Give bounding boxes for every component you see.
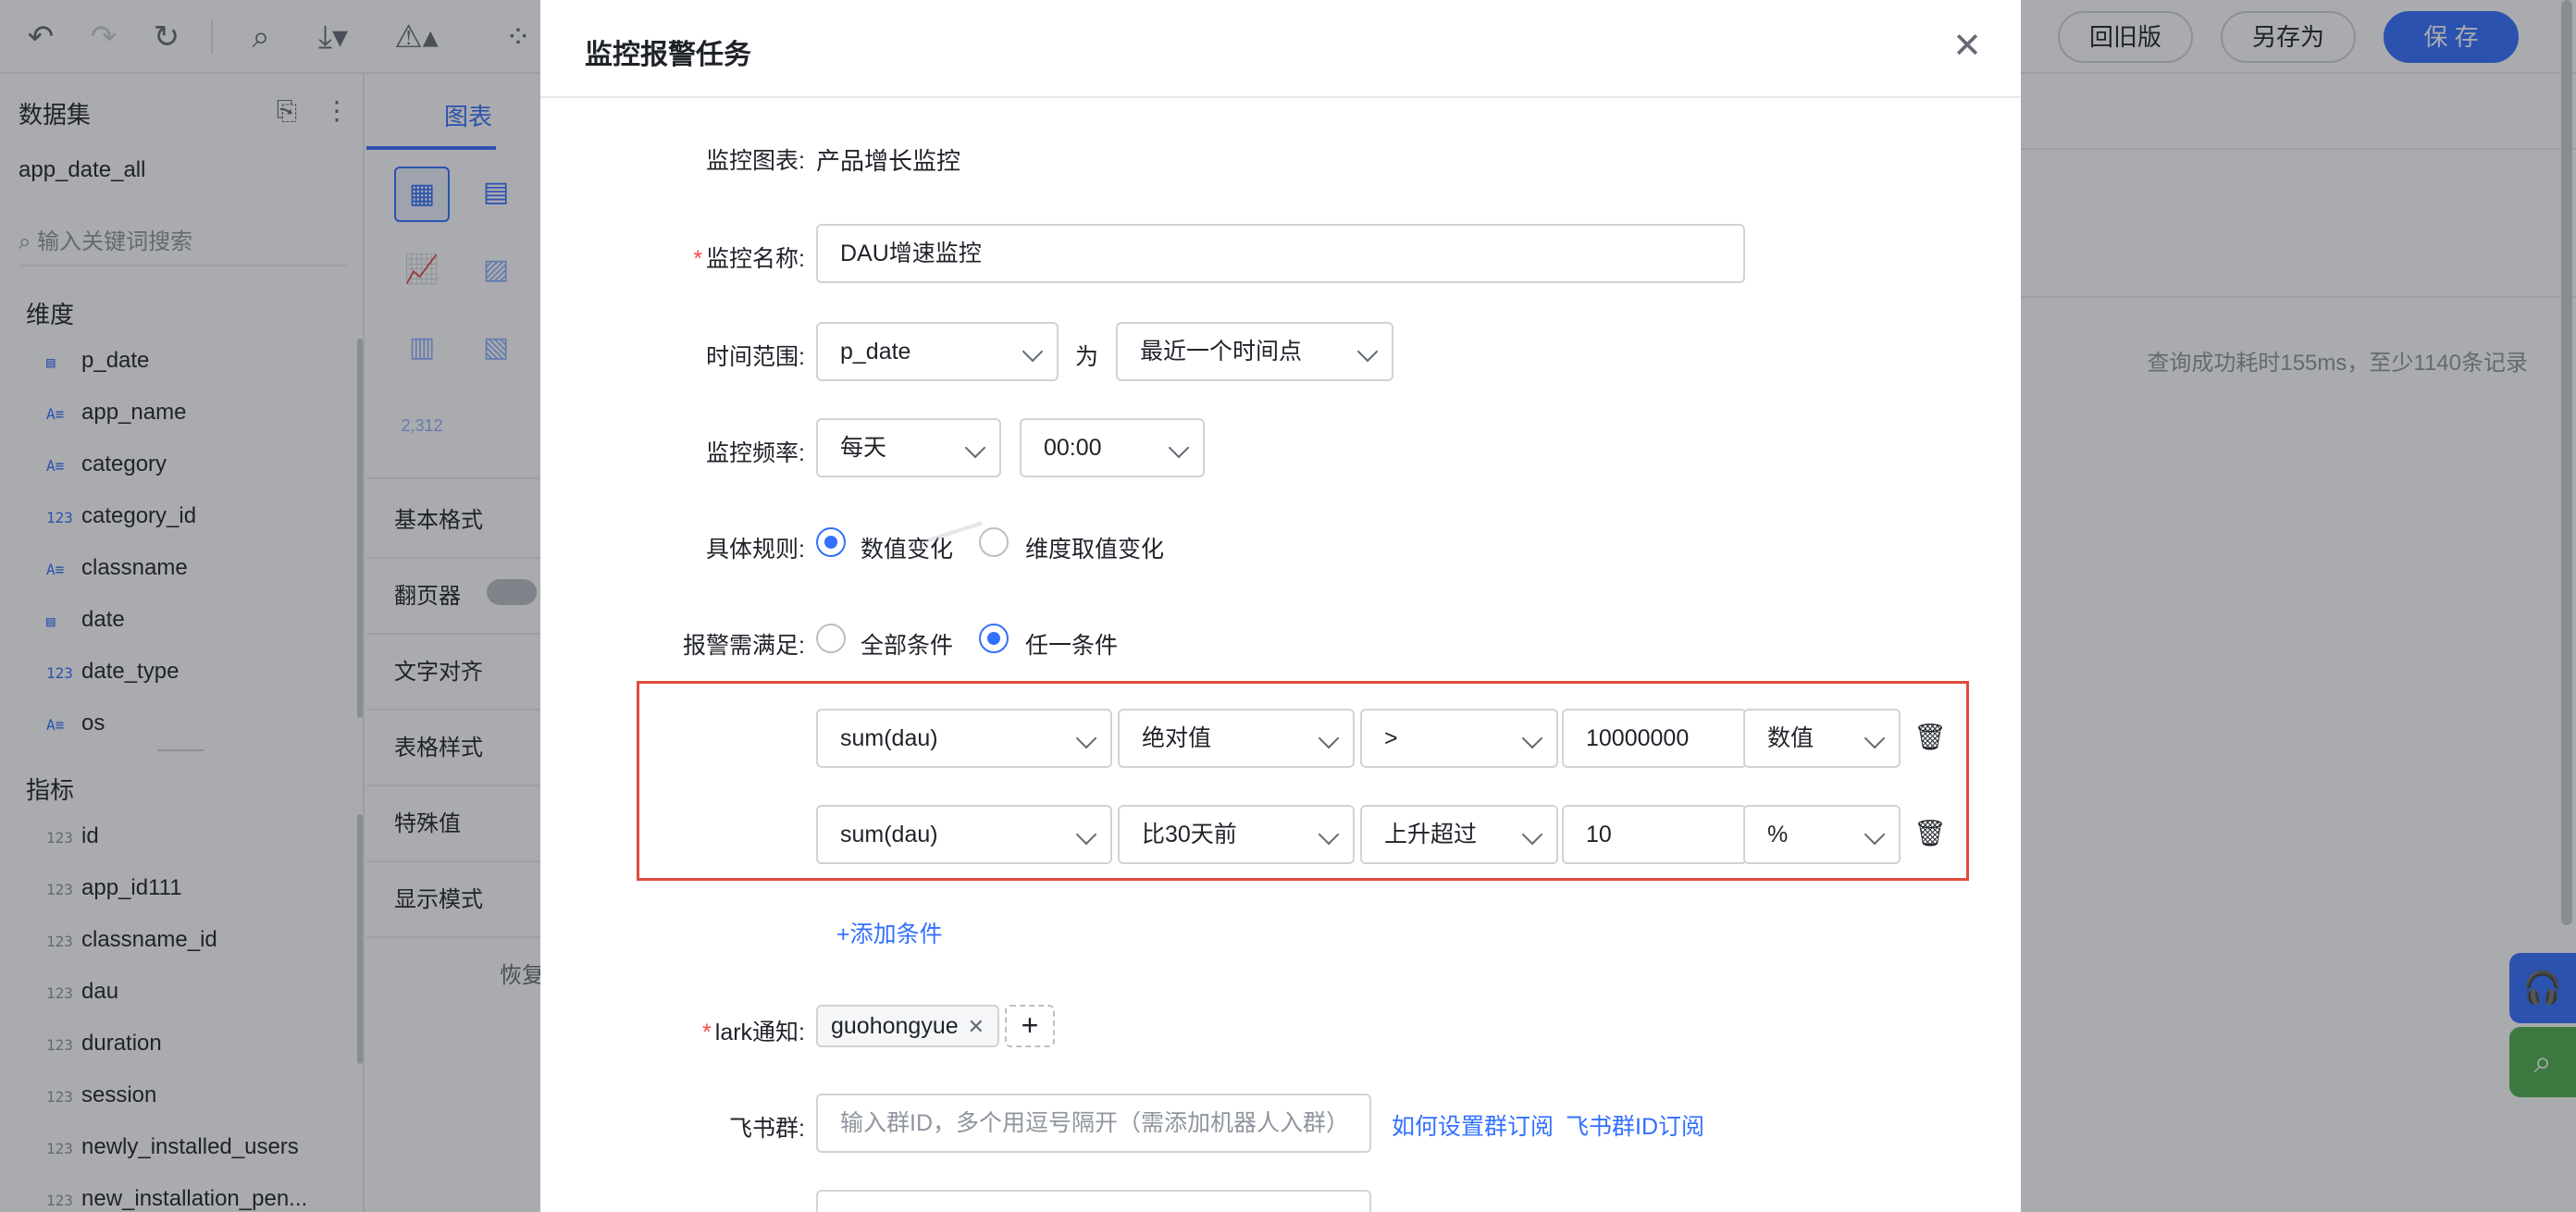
frequency-label: 监控频率: (706, 440, 805, 466)
next-field-input[interactable] (816, 1190, 1371, 1212)
operator-select-value: 上升超过 (1384, 822, 1478, 847)
chevron-down-icon (1521, 727, 1543, 749)
delete-condition-icon[interactable]: 🗑 (1913, 818, 1947, 849)
frequency-select[interactable]: 每天 (816, 418, 1001, 477)
monitor-chart-label: 监控图表: (706, 148, 805, 174)
compare-select[interactable]: 比30天前 (1118, 805, 1355, 864)
feishu-group-input[interactable]: 输入群ID，多个用逗号隔开（需添加机器人入群） (816, 1094, 1371, 1153)
remove-tag-icon[interactable]: ✕ (968, 1015, 985, 1038)
chevron-down-icon (1318, 823, 1340, 846)
chevron-down-icon (1318, 727, 1340, 749)
rule-value-change-radio[interactable] (816, 527, 846, 557)
metric-select-value: sum(dau) (840, 725, 938, 751)
frequency-value: 每天 (840, 435, 887, 461)
monitor-chart-value: 产品增长监控 (816, 147, 961, 175)
unit-select[interactable]: % (1743, 805, 1901, 864)
alarm-all-radio[interactable] (816, 624, 846, 653)
alarm-any-label[interactable]: 任一条件 (1025, 627, 1118, 661)
threshold-input-value: 10000000 (1586, 725, 1690, 751)
rule-dimension-change-label[interactable]: 维度取值变化 (1025, 531, 1164, 564)
operator-select-value: > (1384, 725, 1398, 751)
alarm-all-label[interactable]: 全部条件 (861, 627, 953, 661)
feishu-how-to-link[interactable]: 如何设置群订阅 (1392, 1108, 1554, 1142)
time-field-select[interactable]: p_date (816, 322, 1059, 381)
monitor-name-label: * 监控名称: (540, 241, 805, 274)
chevron-down-icon (1864, 727, 1886, 749)
chevron-down-icon (1022, 340, 1044, 363)
time-is-text: 为 (1075, 344, 1099, 370)
operator-select[interactable]: 上升超过 (1360, 805, 1558, 864)
add-condition-button[interactable]: +添加条件 (836, 916, 943, 949)
frequency-time-value: 00:00 (1044, 435, 1102, 461)
metric-select[interactable]: sum(dau) (816, 709, 1112, 768)
required-mark: * (693, 246, 703, 272)
lark-label: * lark通知: (540, 1014, 805, 1047)
compare-select-value: 比30天前 (1142, 822, 1237, 847)
delete-condition-icon[interactable]: 🗑 (1913, 722, 1947, 753)
time-point-value: 最近一个时间点 (1140, 339, 1303, 365)
time-point-select[interactable]: 最近一个时间点 (1116, 322, 1393, 381)
modal-header: 监控报警任务 ✕ (540, 0, 2021, 98)
monitor-name-input[interactable]: DAU增速监控 (816, 224, 1745, 283)
feishu-group-label: 飞书群: (729, 1116, 805, 1142)
operator-select[interactable]: > (1360, 709, 1558, 768)
required-mark: * (702, 1020, 712, 1045)
lark-user-name: guohongyue (831, 1013, 959, 1039)
add-lark-user-button[interactable]: + (1005, 1005, 1055, 1047)
compare-select[interactable]: 绝对值 (1118, 709, 1355, 768)
alarm-mode-label: 报警需满足: (683, 633, 805, 659)
time-field-value: p_date (840, 339, 911, 365)
metric-select[interactable]: sum(dau) (816, 805, 1112, 864)
metric-select-value: sum(dau) (840, 822, 938, 847)
feishu-id-link[interactable]: 飞书群ID订阅 (1566, 1108, 1704, 1142)
monitor-name-label-text: 监控名称: (706, 246, 805, 272)
close-icon[interactable]: ✕ (1947, 26, 1988, 67)
monitor-alarm-modal: 监控报警任务 ✕ 监控图表: 产品增长监控 * 监控名称: DAU增速监控 时间范… (540, 0, 2021, 1212)
compare-select-value: 绝对值 (1142, 725, 1212, 751)
unit-select[interactable]: 数值 (1743, 709, 1901, 768)
threshold-input[interactable]: 10000000 (1562, 709, 1747, 768)
chevron-down-icon (964, 437, 986, 459)
modal-title: 监控报警任务 (585, 40, 751, 70)
chevron-down-icon (1168, 437, 1190, 459)
threshold-input[interactable]: 10 (1562, 805, 1747, 864)
alarm-any-radio[interactable] (979, 624, 1009, 653)
chevron-down-icon (1075, 823, 1097, 846)
rule-label: 具体规则: (706, 537, 805, 563)
chevron-down-icon (1864, 823, 1886, 846)
chevron-down-icon (1356, 340, 1379, 363)
unit-select-value: % (1767, 822, 1789, 847)
lark-label-text: lark通知: (714, 1020, 805, 1045)
time-range-label: 时间范围: (706, 344, 805, 370)
chevron-down-icon (1075, 727, 1097, 749)
unit-select-value: 数值 (1767, 725, 1814, 751)
lark-user-tag[interactable]: guohongyue ✕ (816, 1005, 1000, 1047)
frequency-time-select[interactable]: 00:00 (1020, 418, 1205, 477)
threshold-input-value: 10 (1586, 822, 1612, 847)
chevron-down-icon (1521, 823, 1543, 846)
